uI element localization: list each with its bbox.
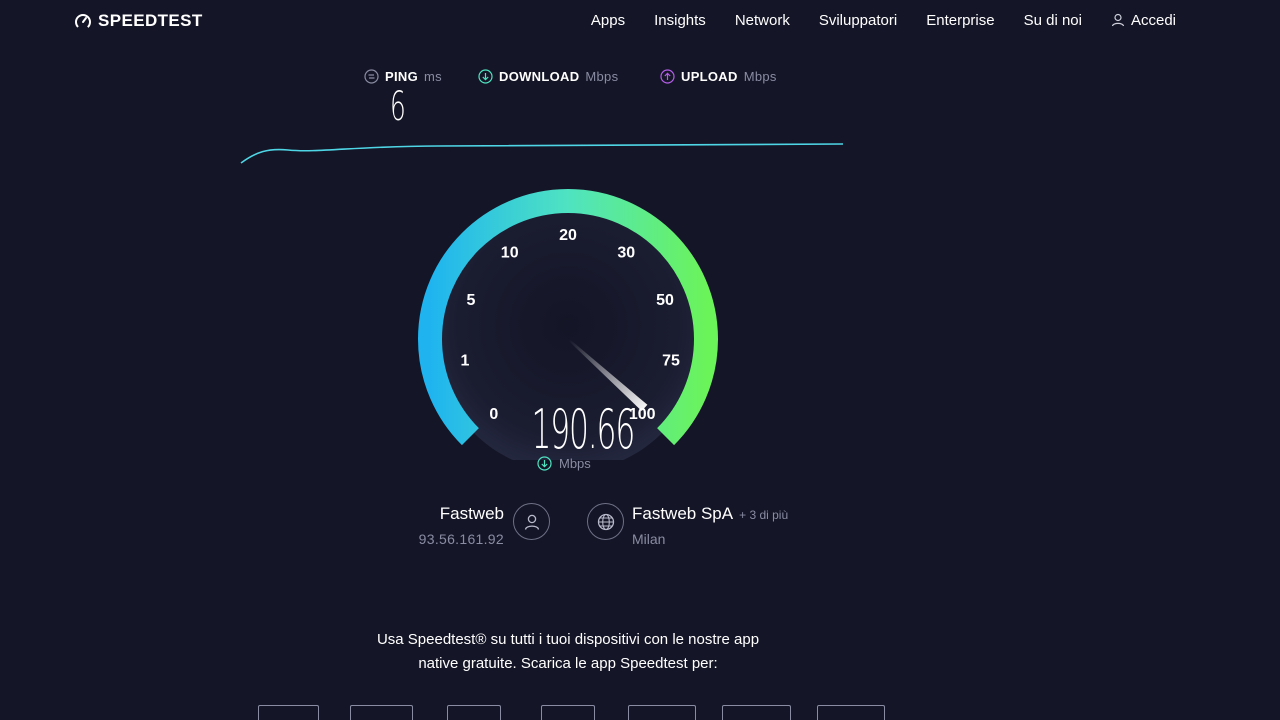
logo-text: SPEEDTEST xyxy=(98,11,203,30)
ping-icon xyxy=(364,68,379,84)
speed-unit: Mbps xyxy=(537,455,591,471)
cli-device-icon[interactable] xyxy=(817,705,885,720)
nav-sviluppatori[interactable]: Sviluppatori xyxy=(819,12,897,29)
download-label: DOWNLOAD xyxy=(499,68,580,84)
ping-value: 6 xyxy=(390,84,406,130)
ping-metric: PING ms xyxy=(364,67,442,85)
speedometer-icon xyxy=(75,13,91,30)
download-unit: Mbps xyxy=(585,68,619,84)
mac-device-icon[interactable] xyxy=(350,705,413,720)
upload-metric: UPLOAD Mbps xyxy=(660,67,777,85)
gauge-tick-1: 1 xyxy=(461,353,470,370)
nav-network[interactable]: Network xyxy=(735,12,790,29)
speed-value: 190.66 xyxy=(531,398,635,461)
user-icon xyxy=(1111,13,1125,27)
server-more-link[interactable]: + 3 di più xyxy=(739,508,788,522)
device-icons-row xyxy=(0,705,1280,720)
gauge-tick-10: 10 xyxy=(501,245,519,262)
promo-line-2: native gratuite. Scarica le app Speedtes… xyxy=(418,655,718,672)
nav-apps[interactable]: Apps xyxy=(591,12,625,29)
speed-unit-label: Mbps xyxy=(559,455,591,471)
ios-device-icon[interactable] xyxy=(447,705,501,720)
download-icon xyxy=(537,455,552,471)
server-globe-button[interactable] xyxy=(587,503,624,540)
isp-avatar[interactable] xyxy=(513,503,550,540)
server-name: Fastweb SpA xyxy=(632,504,734,523)
chrome-device-icon[interactable] xyxy=(628,705,696,720)
gauge-tick-50: 50 xyxy=(656,292,674,309)
server-info[interactable]: Fastweb SpA + 3 di più xyxy=(632,504,788,524)
login-link[interactable]: Accedi xyxy=(1111,12,1176,29)
promo-line-1: Usa Speedtest® su tutti i tuoi dispositi… xyxy=(376,631,760,648)
download-metric: DOWNLOAD Mbps xyxy=(478,67,618,85)
server-city: Milan xyxy=(632,531,666,547)
download-graph xyxy=(240,143,844,164)
user-icon xyxy=(524,514,539,530)
upload-label: UPLOAD xyxy=(681,68,738,84)
nav-su-di-noi[interactable]: Su di noi xyxy=(1024,12,1082,29)
gauge-tick-5: 5 xyxy=(467,292,476,309)
download-icon xyxy=(478,68,493,84)
login-label: Accedi xyxy=(1130,11,1176,29)
upload-icon xyxy=(660,68,675,84)
isp-ip: 93.56.161.92 xyxy=(418,531,504,547)
android-device-icon[interactable] xyxy=(541,705,595,720)
speedtest-logo[interactable]: SPEEDTEST xyxy=(74,10,203,32)
gauge-tick-75: 75 xyxy=(662,353,680,370)
ping-unit: ms xyxy=(423,68,442,84)
gauge-tick-20: 20 xyxy=(559,227,577,244)
windows-device-icon[interactable] xyxy=(258,705,319,720)
appletv-device-icon[interactable] xyxy=(722,705,791,720)
apps-promo: Usa Speedtest® su tutti i tuoi dispositi… xyxy=(318,628,818,676)
upload-unit: Mbps xyxy=(743,68,777,84)
globe-icon xyxy=(597,513,614,530)
nav-insights[interactable]: Insights xyxy=(654,12,706,29)
main-nav: Apps Insights Network Sviluppatori Enter… xyxy=(591,10,1176,30)
isp-name: Fastweb xyxy=(439,504,504,523)
gauge-tick-30: 30 xyxy=(617,245,635,262)
nav-enterprise[interactable]: Enterprise xyxy=(926,12,994,29)
gauge-tick-0: 0 xyxy=(489,406,498,423)
ping-label: PING xyxy=(385,68,418,84)
